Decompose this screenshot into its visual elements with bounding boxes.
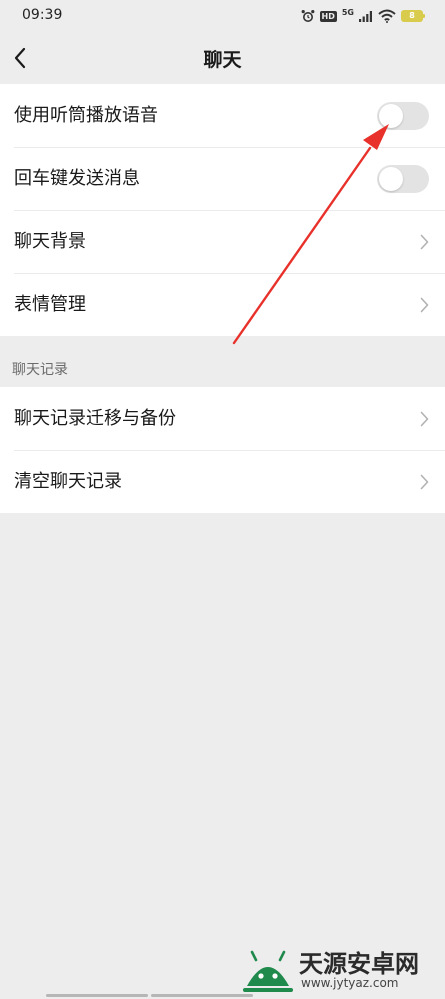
- setting-clear-history[interactable]: 清空聊天记录: [0, 450, 445, 513]
- setting-label: 聊天记录迁移与备份: [14, 408, 176, 429]
- battery-level: 8: [409, 11, 415, 20]
- setting-enter-to-send[interactable]: 回车键发送消息: [0, 147, 445, 210]
- wifi-icon: [378, 9, 396, 23]
- section-header-chat-history: 聊天记录: [12, 362, 68, 378]
- home-indicator-right: [151, 994, 253, 997]
- battery-icon: 8: [401, 10, 425, 22]
- chevron-right-icon: [420, 234, 429, 250]
- nav-bar: 聊天: [0, 34, 445, 82]
- hd-badge: HD: [319, 10, 337, 22]
- network-label: 5G: [341, 7, 354, 17]
- setting-label: 聊天背景: [14, 231, 86, 252]
- toggle-knob: [379, 104, 403, 128]
- status-time: 09:39: [22, 7, 63, 23]
- status-icons: HD 5G 8: [301, 7, 425, 25]
- setting-history-migrate-backup[interactable]: 聊天记录迁移与备份: [0, 387, 445, 450]
- signal-icon: [359, 11, 372, 22]
- alarm-icon: [301, 10, 314, 22]
- watermark-url: www.jytyaz.com: [301, 976, 399, 990]
- settings-group-general: 使用听筒播放语音 回车键发送消息 聊天背景 表情管理: [0, 84, 445, 336]
- setting-label: 回车键发送消息: [14, 168, 140, 189]
- settings-group-chat-history: 聊天记录迁移与备份 清空聊天记录: [0, 387, 445, 513]
- android-logo-icon: [243, 950, 293, 992]
- chevron-right-icon: [420, 474, 429, 490]
- watermark: 天源安卓网 www.jytyaz.com: [239, 942, 439, 996]
- setting-chat-background[interactable]: 聊天背景: [0, 210, 445, 273]
- setting-label: 清空聊天记录: [14, 471, 122, 492]
- earpiece-voice-toggle[interactable]: [377, 102, 429, 130]
- setting-sticker-management[interactable]: 表情管理: [0, 273, 445, 336]
- toggle-knob: [379, 167, 403, 191]
- watermark-title: 天源安卓网: [299, 950, 419, 978]
- setting-earpiece-voice[interactable]: 使用听筒播放语音: [0, 84, 445, 147]
- page-title: 聊天: [203, 49, 242, 71]
- enter-to-send-toggle[interactable]: [377, 165, 429, 193]
- status-bar: 09:39 HD 5G 8: [0, 0, 445, 34]
- chevron-right-icon: [420, 297, 429, 313]
- setting-label: 表情管理: [14, 294, 86, 315]
- home-indicator-left: [46, 994, 148, 997]
- chevron-right-icon: [420, 411, 429, 427]
- setting-label: 使用听筒播放语音: [14, 105, 158, 126]
